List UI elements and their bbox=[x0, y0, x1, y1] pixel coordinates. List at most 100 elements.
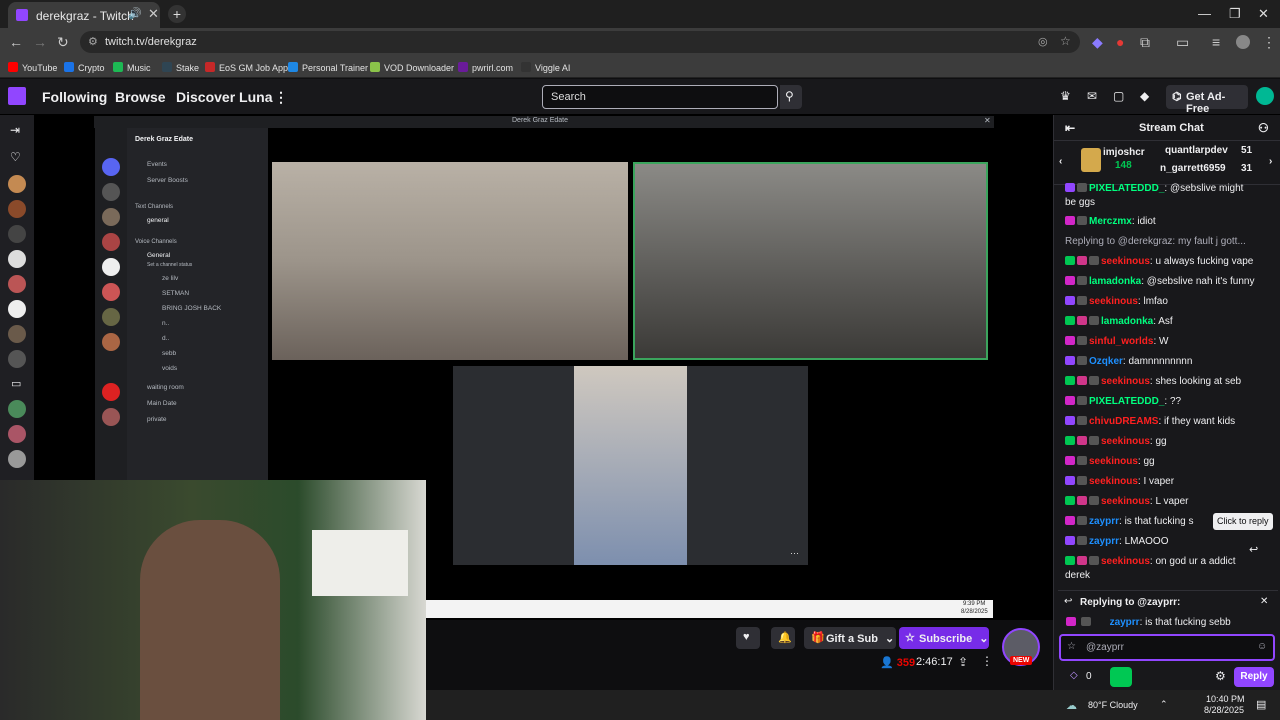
bookmark-crypto[interactable]: Crypto bbox=[64, 62, 105, 73]
chat-message[interactable]: derek bbox=[1065, 570, 1265, 581]
back-icon[interactable]: ← bbox=[9, 34, 23, 50]
chat-username[interactable]: seekinous bbox=[1089, 476, 1138, 487]
close-reply-icon[interactable]: ✕ bbox=[1260, 596, 1268, 607]
chat-username[interactable]: seekinous bbox=[1089, 456, 1138, 467]
search-button[interactable]: ⚲ bbox=[780, 85, 802, 109]
share-icon[interactable]: ⇪ bbox=[958, 655, 968, 669]
chat-username[interactable]: seekinous bbox=[1101, 376, 1150, 387]
chat-username[interactable]: lamadonka bbox=[1101, 316, 1153, 327]
chat-message[interactable]: seekinous: on god ur a addict bbox=[1065, 556, 1265, 567]
chevron-right-icon[interactable]: › bbox=[1269, 156, 1272, 167]
chevron-left-icon[interactable]: ‹ bbox=[1059, 156, 1062, 167]
chat-message[interactable]: seekinous: gg bbox=[1065, 436, 1265, 447]
bookmark-vod-downloader[interactable]: VOD Downloader bbox=[370, 62, 454, 73]
chat-settings-gear-icon[interactable]: ⚙ bbox=[1215, 669, 1226, 683]
subscribe-button[interactable]: ☆ Subscribe ⌄ bbox=[899, 627, 989, 649]
chat-message[interactable]: seekinous: gg bbox=[1065, 456, 1265, 467]
chat-username[interactable]: PIXELATEDDD_ bbox=[1089, 183, 1164, 194]
notifications-button[interactable]: 🔔 bbox=[771, 627, 795, 649]
channel-avatar[interactable] bbox=[8, 250, 26, 268]
media-controls-icon[interactable]: ≡ bbox=[1212, 34, 1220, 50]
discover-luna-link[interactable]: Discover Luna bbox=[176, 89, 272, 105]
sidebar-icon[interactable]: ▭ bbox=[1176, 34, 1189, 51]
bookmark-music[interactable]: Music bbox=[113, 62, 151, 73]
chat-username[interactable]: seekinous bbox=[1101, 256, 1150, 267]
gift-a-sub-button[interactable]: 🎁 Gift a Sub ⌄ bbox=[804, 627, 896, 649]
chat-message[interactable]: Ozqker: damnnnnnnnn bbox=[1065, 356, 1265, 367]
minimize-icon[interactable]: — bbox=[1198, 6, 1211, 21]
bookmark-personal-trainer[interactable]: Personal Trainer bbox=[288, 62, 368, 73]
channel-avatar[interactable] bbox=[8, 275, 26, 293]
chat-username[interactable]: sinful_worlds bbox=[1089, 336, 1153, 347]
chat-username[interactable]: seekinous bbox=[1101, 436, 1150, 447]
chat-username[interactable]: seekinous bbox=[1101, 496, 1150, 507]
channel-avatar[interactable] bbox=[8, 325, 26, 343]
chat-username[interactable]: lamadonka bbox=[1089, 276, 1141, 287]
follow-heart-button[interactable]: ♥ bbox=[736, 627, 760, 649]
chat-username[interactable]: Merczmx bbox=[1089, 216, 1132, 227]
chat-message[interactable]: PIXELATEDDD_: @sebslive might bbox=[1065, 183, 1265, 194]
maximize-icon[interactable]: ❐ bbox=[1229, 6, 1241, 22]
eye-off-icon[interactable]: ◎ bbox=[1038, 35, 1048, 48]
profile-avatar[interactable] bbox=[1236, 35, 1250, 49]
chat-message[interactable]: lamadonka: @sebslive nah it's funny bbox=[1065, 276, 1265, 287]
prime-crown-icon[interactable]: ♛ bbox=[1060, 89, 1071, 103]
search-input[interactable]: Search bbox=[542, 85, 778, 109]
channel-avatar[interactable] bbox=[8, 425, 26, 443]
extension-icon[interactable]: ◆ bbox=[1092, 34, 1103, 51]
inbox-icon[interactable]: ✉ bbox=[1087, 89, 1097, 103]
expand-rail-icon[interactable]: ⇥ bbox=[10, 123, 20, 137]
twitch-logo-icon[interactable] bbox=[8, 87, 26, 105]
chat-input[interactable]: ☆ @zayprr ☺ bbox=[1059, 634, 1275, 661]
chat-message[interactable]: seekinous: L vaper bbox=[1065, 496, 1265, 507]
bits-icon[interactable]: ◆ bbox=[1140, 89, 1149, 103]
forward-icon[interactable]: → bbox=[33, 34, 47, 50]
more-kebab-icon[interactable]: ⋮ bbox=[274, 89, 288, 106]
chat-username[interactable]: seekinous bbox=[1089, 296, 1138, 307]
reload-icon[interactable]: ↻ bbox=[57, 34, 69, 51]
bookmark-youtube[interactable]: YouTube bbox=[8, 62, 57, 73]
chat-message[interactable]: be ggs bbox=[1065, 197, 1265, 208]
browse-link[interactable]: Browse bbox=[115, 89, 166, 105]
bookmark-viggle-ai[interactable]: Viggle AI bbox=[521, 62, 570, 73]
channel-avatar[interactable] bbox=[8, 450, 26, 468]
close-window-icon[interactable]: ✕ bbox=[1258, 6, 1269, 22]
bookmark-eos-gm-job-app[interactable]: EoS GM Job App bbox=[205, 62, 288, 73]
chat-username[interactable]: seekinous bbox=[1101, 556, 1150, 567]
whispers-icon[interactable]: ▢ bbox=[1113, 89, 1124, 103]
chat-message[interactable]: chivuDREAMS: if they want kids bbox=[1065, 416, 1265, 427]
chat-username[interactable]: PIXELATEDDD_ bbox=[1089, 396, 1164, 407]
following-link[interactable]: Following bbox=[42, 89, 107, 105]
emote-picker-icon[interactable]: ☺ bbox=[1257, 641, 1267, 652]
chat-message[interactable]: Replying to @derekgraz: my fault j gott.… bbox=[1065, 236, 1265, 247]
chat-message[interactable]: lamadonka: Asf bbox=[1065, 316, 1265, 327]
chat-message[interactable]: seekinous: I vaper bbox=[1065, 476, 1265, 487]
browser-tab[interactable]: derekgraz - Twitch 🔊 ✕ bbox=[8, 2, 160, 28]
chat-username[interactable]: Ozqker bbox=[1089, 356, 1123, 367]
close-tab-icon[interactable]: ✕ bbox=[148, 6, 159, 22]
notifications-icon[interactable]: ▤ bbox=[1256, 698, 1266, 711]
user-avatar[interactable] bbox=[1256, 87, 1274, 105]
community-icon[interactable]: ⚇ bbox=[1258, 121, 1269, 135]
channel-points-icon[interactable]: ◇ bbox=[1070, 670, 1078, 681]
extensions-puzzle-icon[interactable]: ⧉ bbox=[1140, 34, 1150, 51]
chat-message[interactable]: zayprr: LMAOOO bbox=[1065, 536, 1265, 547]
bookmark-pwrirl[interactable]: pwrirl.com bbox=[458, 62, 513, 73]
system-tray-icon[interactable]: ⌃ bbox=[1160, 699, 1168, 710]
get-ad-free-button[interactable]: ⌬ Get Ad-Free bbox=[1166, 85, 1248, 115]
reply-arrow-icon[interactable]: ↩ bbox=[1249, 543, 1258, 556]
chat-username[interactable]: chivuDREAMS bbox=[1089, 416, 1158, 427]
chat-username[interactable]: zayprr bbox=[1089, 516, 1119, 527]
channel-avatar[interactable] bbox=[8, 300, 26, 318]
points-reward-button[interactable] bbox=[1110, 667, 1132, 687]
chat-username[interactable]: zayprr bbox=[1089, 536, 1119, 547]
more-options-kebab-icon[interactable]: ⋮ bbox=[981, 654, 993, 668]
new-tab-button[interactable]: + bbox=[168, 5, 186, 23]
reply-button[interactable]: Reply bbox=[1234, 667, 1274, 687]
address-bar[interactable]: ⚙ twitch.tv/derekgraz ◎ ☆ bbox=[80, 31, 1080, 53]
extension-badge-icon[interactable]: ● bbox=[1116, 34, 1124, 50]
channel-avatar[interactable] bbox=[8, 200, 26, 218]
chat-message[interactable]: Merczmx: idiot bbox=[1065, 216, 1265, 227]
chat-message[interactable]: seekinous: shes looking at seb bbox=[1065, 376, 1265, 387]
channel-avatar[interactable] bbox=[8, 225, 26, 243]
